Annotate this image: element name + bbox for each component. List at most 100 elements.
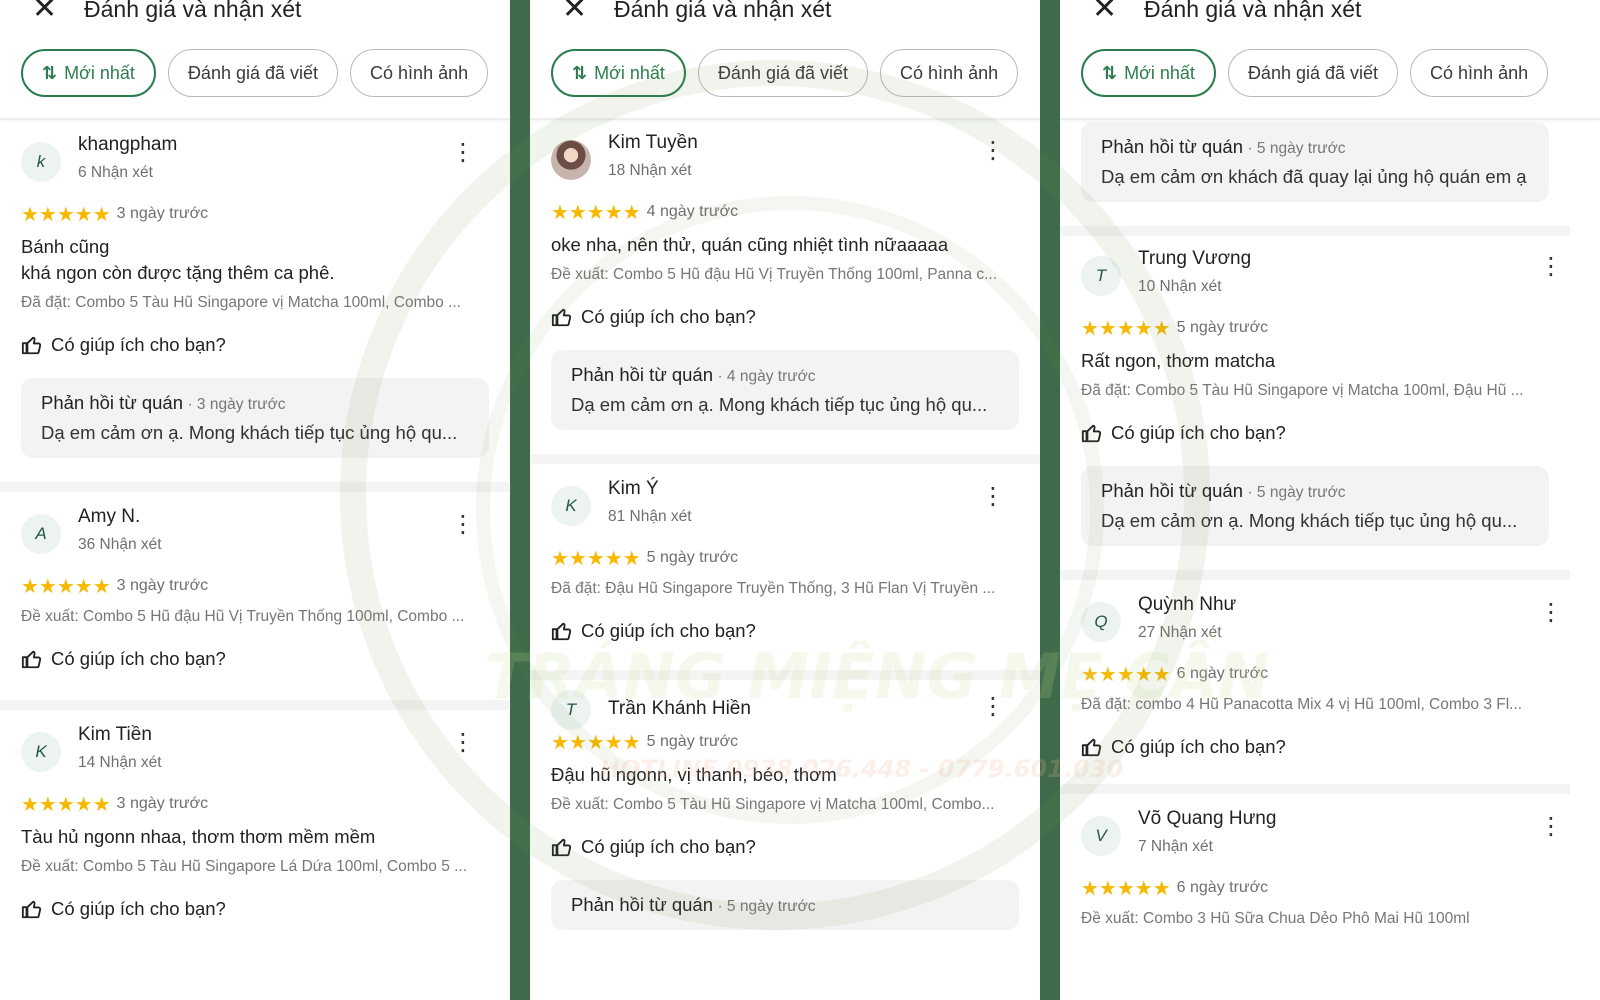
reviewer-name[interactable]: Kim Ý	[608, 478, 659, 500]
helpful-button[interactable]: Có giúp ích cho bạn?	[1081, 736, 1549, 758]
reviewer-name[interactable]: Kim Tiền	[78, 724, 152, 746]
review-date: 6 ngày trước	[1176, 665, 1269, 682]
helpful-button[interactable]: Có giúp ích cho bạn?	[21, 334, 489, 356]
review-card: Kim Tuyền 18 Nhận xét ⋮ ★★★★★ 4 ngày trư…	[530, 132, 1040, 454]
chip-written-reviews[interactable]: Đánh giá đã viết	[697, 49, 869, 97]
chip-written-reviews[interactable]: Đánh giá đã viết	[167, 49, 339, 97]
close-icon[interactable]: ✕	[1092, 0, 1117, 24]
avatar[interactable]: Q	[1081, 602, 1121, 642]
avatar[interactable]: T	[551, 690, 591, 730]
filter-chips: ⇅ Mới nhất Đánh giá đã viết Có hình ảnh	[551, 49, 1019, 97]
order-info[interactable]: Đã đặt: Combo 5 Tàu Hũ Singapore vị Matc…	[21, 294, 489, 312]
close-icon[interactable]: ✕	[32, 0, 57, 24]
reviewer-name[interactable]: Trung Vương	[1138, 248, 1251, 270]
panel-title: Đánh giá và nhận xét	[614, 0, 832, 22]
order-info[interactable]: Đã đặt: Đậu Hũ Singapore Truyền Thống, 3…	[551, 580, 1019, 598]
panel-header: ✕ Đánh giá và nhận xét ⇅ Mới nhất Đánh gi…	[1060, 0, 1600, 120]
avatar[interactable]: k	[21, 142, 61, 182]
helpful-button[interactable]: Có giúp ích cho bạn?	[551, 306, 1019, 328]
reviewer-row: A Amy N. 36 Nhận xét ⋮	[21, 506, 489, 572]
helpful-button[interactable]: Có giúp ích cho bạn?	[1081, 422, 1549, 444]
shop-reply[interactable]: Phản hồi từ quán · 5 ngày trước	[551, 880, 1019, 930]
order-info[interactable]: Đề xuất: Combo 5 Hũ đậu Hũ Vị Truyền Thố…	[551, 266, 1019, 284]
review-panel-1: ✕ Đánh giá và nhận xét ⇅ Mới nhất Đánh gi…	[0, 0, 510, 1000]
rating-row: ★★★★★ 5 ngày trước	[1081, 314, 1549, 342]
order-info[interactable]: Đề xuất: Combo 5 Hũ đậu Hũ Vị Truyền Thố…	[21, 608, 489, 626]
more-options-icon[interactable]: ⋮	[1539, 812, 1563, 842]
order-info[interactable]: Đề xuất: Combo 5 Tàu Hũ Singapore Lá Dứa…	[21, 858, 489, 876]
avatar[interactable]: K	[551, 486, 591, 526]
avatar[interactable]: A	[21, 514, 61, 554]
more-options-icon[interactable]: ⋮	[1539, 598, 1563, 628]
review-date: 5 ngày trước	[646, 549, 739, 566]
chip-written-reviews[interactable]: Đánh giá đã viết	[1227, 49, 1399, 97]
rating-row: ★★★★★ 5 ngày trước	[551, 728, 1019, 756]
reviewer-name[interactable]: khangpham	[78, 134, 177, 156]
avatar[interactable]: T	[1081, 256, 1121, 296]
shop-reply[interactable]: Phản hồi từ quán · 3 ngày trước Dạ em cả…	[21, 378, 489, 458]
more-options-icon[interactable]: ⋮	[451, 728, 475, 758]
reply-text: Dạ em cảm ơn khách đã quay lại ủng hộ qu…	[1101, 166, 1527, 187]
more-options-icon[interactable]: ⋮	[981, 136, 1005, 166]
more-options-icon[interactable]: ⋮	[451, 138, 475, 168]
chip-newest[interactable]: ⇅ Mới nhất	[1081, 49, 1216, 97]
helpful-button[interactable]: Có giúp ích cho bạn?	[21, 898, 489, 920]
filter-chips: ⇅ Mới nhất Đánh giá đã viết Có hình ảnh	[1081, 49, 1549, 97]
rating-row: ★★★★★ 3 ngày trước	[21, 200, 489, 228]
review-card-continued: Phản hồi từ quán · 5 ngày trước Dạ em cả…	[1060, 122, 1570, 226]
shop-reply[interactable]: Phản hồi từ quán · 4 ngày trước Dạ em cả…	[551, 350, 1019, 430]
helpful-button[interactable]: Có giúp ích cho bạn?	[551, 836, 1019, 858]
reviewer-review-count: 14 Nhận xét	[78, 754, 162, 771]
reply-date: · 5 ngày trước	[1247, 484, 1346, 501]
chip-newest[interactable]: ⇅ Mới nhất	[21, 49, 156, 97]
order-info[interactable]: Đề xuất: Combo 3 Hũ Sữa Chua Dẻo Phô Mai…	[1081, 910, 1549, 928]
chip-with-photos[interactable]: Có hình ảnh	[1410, 49, 1549, 97]
reviewer-review-count: 6 Nhận xét	[78, 164, 153, 181]
panel-title: Đánh giá và nhận xét	[1144, 0, 1362, 22]
reviewer-name[interactable]: Amy N.	[78, 506, 140, 528]
helpful-button[interactable]: Có giúp ích cho bạn?	[21, 648, 489, 670]
review-card: K Kim Tiền 14 Nhận xét ⋮ ★★★★★ 3 ngày tr…	[0, 700, 510, 920]
thumbs-up-icon	[551, 622, 572, 641]
reply-date: · 5 ngày trước	[1247, 140, 1346, 157]
shop-reply[interactable]: Phản hồi từ quán · 5 ngày trước Dạ em cả…	[1081, 122, 1549, 202]
review-date: 6 ngày trước	[1176, 879, 1269, 896]
reviewer-name[interactable]: Võ Quang Hưng	[1138, 808, 1276, 830]
star-rating: ★★★★★	[1081, 663, 1171, 686]
helpful-button[interactable]: Có giúp ích cho bạn?	[551, 620, 1019, 642]
chip-newest[interactable]: ⇅ Mới nhất	[551, 49, 686, 97]
review-text: oke nha, nên thử, quán cũng nhiệt tình n…	[551, 234, 949, 255]
reviewer-review-count: 81 Nhận xét	[608, 508, 692, 525]
reviewer-review-count: 7 Nhận xét	[1138, 838, 1213, 855]
review-list: Phản hồi từ quán · 5 ngày trước Dạ em cả…	[1060, 122, 1600, 928]
order-info[interactable]: Đề xuất: Combo 5 Tàu Hũ Singapore vị Mat…	[551, 796, 1019, 814]
chip-with-photos[interactable]: Có hình ảnh	[350, 49, 489, 97]
more-options-icon[interactable]: ⋮	[981, 482, 1005, 512]
more-options-icon[interactable]: ⋮	[451, 510, 475, 540]
panel-title: Đánh giá và nhận xét	[84, 0, 302, 22]
sort-icon: ⇅	[572, 62, 587, 83]
review-text: Bánh cũng khá ngon còn được tặng thêm ca…	[21, 236, 335, 283]
review-card: K Kim Ý 81 Nhận xét ⋮ ★★★★★ 5 ngày trước…	[530, 454, 1040, 670]
reviewer-row: K Kim Tiền 14 Nhận xét ⋮	[21, 724, 489, 790]
chip-with-photos[interactable]: Có hình ảnh	[880, 49, 1019, 97]
review-date: 4 ngày trước	[646, 203, 739, 220]
more-options-icon[interactable]: ⋮	[1539, 252, 1563, 282]
reviewer-name[interactable]: Quỳnh Như	[1138, 594, 1236, 616]
review-date: 5 ngày trước	[1176, 319, 1269, 336]
screenshot-collage: ✕ Đánh giá và nhận xét ⇅ Mới nhất Đánh gi…	[0, 0, 1600, 1000]
more-options-icon[interactable]: ⋮	[981, 692, 1005, 722]
thumbs-up-icon	[1081, 424, 1102, 443]
review-panel-3: ✕ Đánh giá và nhận xét ⇅ Mới nhất Đánh gi…	[1060, 0, 1600, 1000]
reviewer-name[interactable]: Trần Khánh Hiền	[608, 698, 751, 720]
order-info[interactable]: Đã đặt: Combo 5 Tàu Hũ Singapore vị Matc…	[1081, 382, 1549, 400]
avatar[interactable]: V	[1081, 816, 1121, 856]
avatar[interactable]	[551, 140, 591, 180]
star-rating: ★★★★★	[1081, 317, 1171, 340]
order-info[interactable]: Đã đặt: combo 4 Hũ Panacotta Mix 4 vị Hũ…	[1081, 696, 1549, 714]
avatar[interactable]: K	[21, 732, 61, 772]
reviewer-name[interactable]: Kim Tuyền	[608, 132, 698, 154]
reply-label: Phản hồi từ quán	[571, 894, 713, 915]
close-icon[interactable]: ✕	[562, 0, 587, 24]
shop-reply[interactable]: Phản hồi từ quán · 5 ngày trước Dạ em cả…	[1081, 466, 1549, 546]
